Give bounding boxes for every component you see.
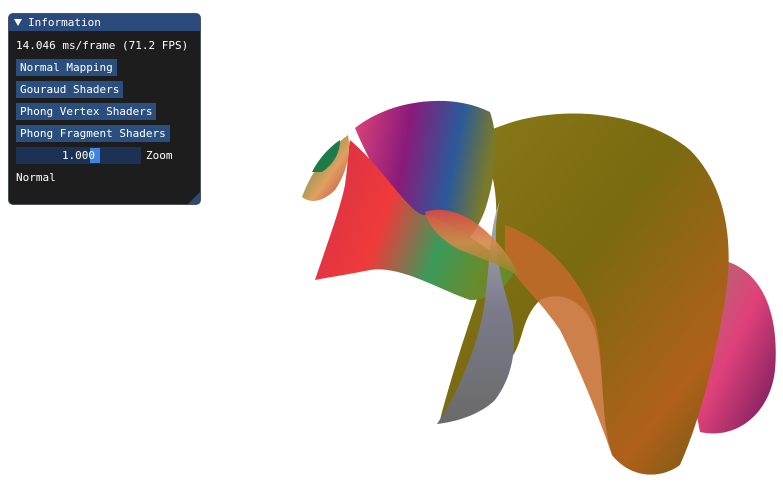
gouraud-shaders-button[interactable]: Gouraud Shaders <box>16 81 124 98</box>
phong-fragment-shaders-button[interactable]: Phong Fragment Shaders <box>16 125 170 142</box>
mode-text: Normal <box>16 171 56 184</box>
zoom-label: Zoom <box>146 149 173 162</box>
render-viewport[interactable]: Information 14.046 ms/frame (71.2 FPS) N… <box>0 0 783 496</box>
zoom-slider[interactable]: 1.000 <box>16 147 141 164</box>
normal-mapping-button[interactable]: Normal Mapping <box>16 59 117 76</box>
panel-title-bar[interactable]: Information <box>9 14 200 32</box>
frame-stats-text: 14.046 ms/frame (71.2 FPS) <box>16 39 189 52</box>
collapse-arrow-icon[interactable] <box>14 19 22 26</box>
zoom-value: 1.000 <box>61 149 96 162</box>
information-panel: Information 14.046 ms/frame (71.2 FPS) N… <box>8 13 201 205</box>
phong-vertex-shaders-button[interactable]: Phong Vertex Shaders <box>16 103 157 120</box>
resize-grip-icon[interactable] <box>188 192 200 204</box>
panel-title: Information <box>28 16 101 29</box>
